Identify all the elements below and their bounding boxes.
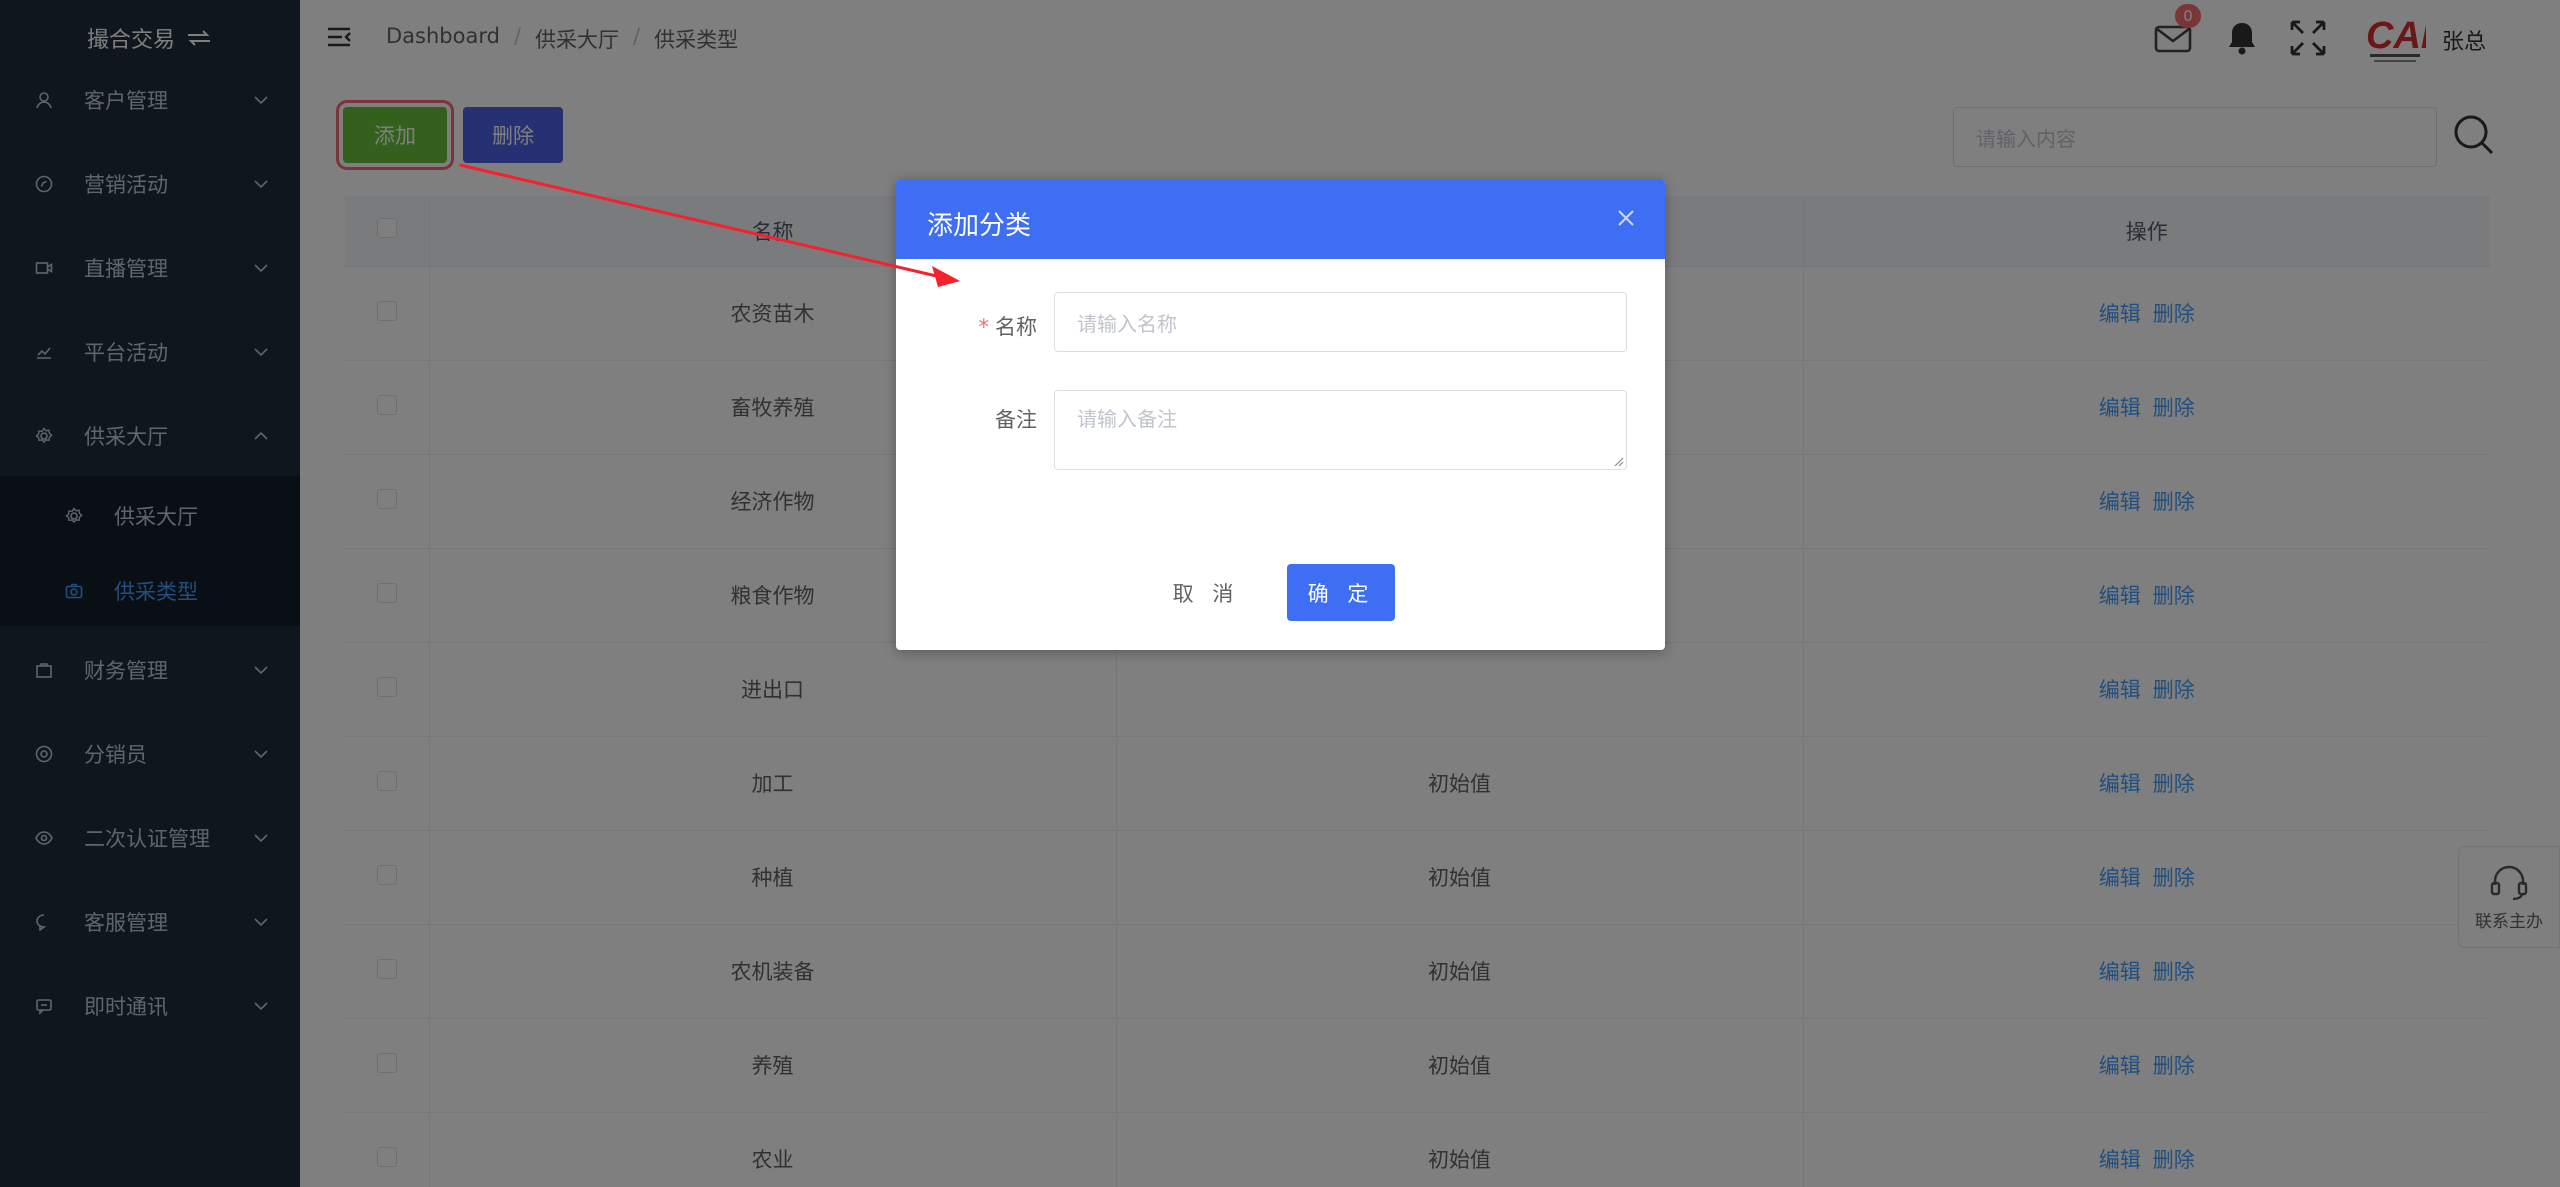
- name-input[interactable]: 请输入名称: [1054, 292, 1627, 352]
- dialog-header: 添加分类: [896, 179, 1665, 259]
- remark-label: 备注: [995, 408, 1037, 432]
- remark-textarea[interactable]: 请输入备注: [1054, 390, 1627, 470]
- dialog-title: 添加分类: [927, 211, 1032, 241]
- confirm-button[interactable]: 确 定: [1287, 564, 1395, 621]
- cancel-button[interactable]: 取 消: [1164, 565, 1248, 621]
- name-label-text: 名称: [995, 315, 1037, 339]
- required-mark: *: [978, 315, 990, 339]
- add-category-dialog: 添加分类 * 名称 请输入名称 备注 请输入备注 取 消 确 定: [896, 179, 1665, 650]
- close-icon[interactable]: [1615, 207, 1637, 229]
- name-placeholder: 请输入名称: [1077, 311, 1177, 336]
- resize-handle-icon[interactable]: [1612, 455, 1624, 467]
- remark-placeholder: 请输入备注: [1077, 407, 1177, 431]
- name-label: * 名称: [979, 311, 1038, 341]
